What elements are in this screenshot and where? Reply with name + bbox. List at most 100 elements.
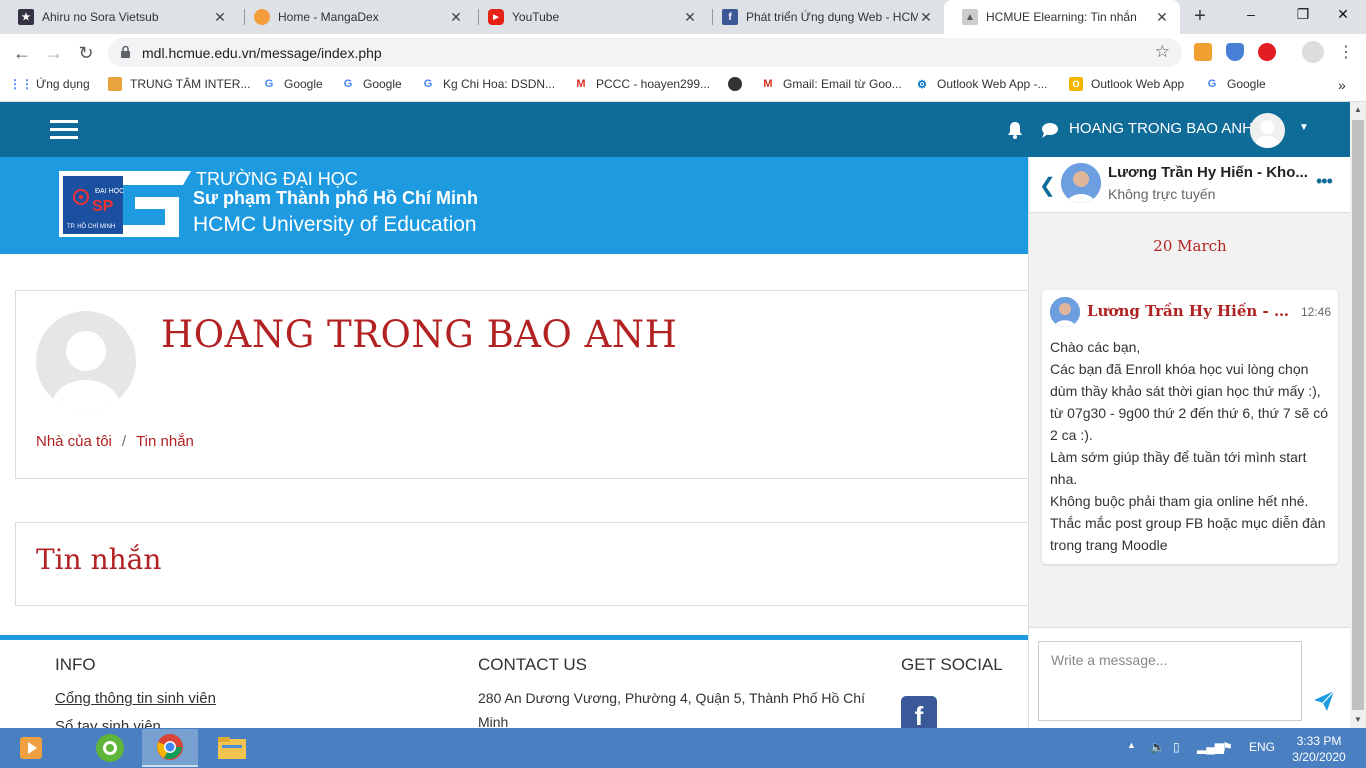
bookmark-item[interactable]: G Google [1205,77,1266,91]
message-line: Không buộc phải tham gia online hết nhé. [1050,493,1309,509]
day-separator: 20 March [1153,237,1227,255]
browser-tab-active[interactable]: ▲ HCMUE Elearning: Tin nhắn ✕ [944,0,1180,34]
browser-toolbar: ← → ↻ mdl.hcmue.edu.vn/message/index.php… [0,34,1366,71]
profile-avatar-icon[interactable] [1302,41,1324,63]
bookmark-item[interactable] [728,77,750,91]
sender-avatar [1050,297,1080,327]
breadcrumb-home-link[interactable]: Nhà của tôi [36,433,112,450]
back-arrow-icon[interactable]: ← [10,41,34,65]
footer-link-student-portal[interactable]: Cổng thông tin sinh viên [55,690,216,707]
close-tab-icon[interactable]: ✕ [918,9,934,26]
moodle-icon: ▲ [962,9,978,25]
battery-icon[interactable]: ▯ [1173,740,1180,754]
person-photo-icon [1061,163,1101,203]
bookmark-item[interactable]: M PCCC - hoayen299... [574,77,710,91]
network-icon[interactable]: ▂▄▆ [1197,740,1224,754]
flag-icon[interactable]: ⚑ [1222,740,1233,754]
minimize-button[interactable]: – [1228,0,1274,30]
taskbar-clock[interactable]: 3:33 PM 3/20/2020 [1284,733,1354,765]
chevron-down-icon[interactable]: ▼ [1299,122,1309,133]
volume-icon[interactable]: 🔈 [1150,740,1165,754]
opera-icon[interactable] [1258,43,1276,61]
messages-heading: Tin nhắn [36,543,162,576]
scroll-thumb[interactable] [1352,120,1364,710]
url-text: mdl.hcmue.edu.vn/message/index.php [142,45,382,61]
bookmark-item[interactable]: O Outlook Web App [1069,77,1184,91]
mangadex-icon [254,9,270,25]
tab-title: Ahiru no Sora Vietsub [42,10,159,24]
person-photo-icon [1050,297,1080,327]
breadcrumb-messages-link[interactable]: Tin nhắn [136,433,194,450]
messages-card: Tin nhắn [15,522,1030,606]
bookmark-label: Gmail: Email từ Goo... [783,77,902,91]
user-menu-name[interactable]: HOANG TRONG BAO ANH [1069,120,1253,137]
page-content: HOANG TRONG BAO ANH Nhà của tôi / Tin nhắn… [0,254,1030,735]
site-navbar: HOANG TRONG BAO ANH ▼ [0,102,1350,157]
extension-icon[interactable] [1194,43,1212,61]
close-tab-icon[interactable]: ✕ [448,9,464,26]
close-window-button[interactable]: ✕ [1320,0,1366,30]
bookmark-item[interactable]: ⚙ Outlook Web App -... [915,77,1047,91]
message-drawer: ❮ Lương Trần Hy Hiến - Kho... Không trực… [1028,157,1351,728]
scroll-down-icon[interactable]: ▼ [1350,712,1366,728]
reload-icon[interactable]: ↻ [74,41,98,65]
facebook-icon[interactable]: f [901,696,937,732]
logo-text: TP. HỒ CHÍ MINH [67,223,115,230]
bookmark-item[interactable]: TRUNG TÂM INTER... [108,77,250,91]
bookmark-item[interactable]: M Gmail: Email từ Goo... [761,77,902,91]
close-tab-icon[interactable]: ✕ [212,9,228,26]
breadcrumb-separator: / [121,433,127,450]
address-bar[interactable]: mdl.hcmue.edu.vn/message/index.php ☆ [108,38,1182,67]
globe-icon [728,77,742,91]
bookmark-item[interactable]: G Google [262,77,323,91]
bookmarks-overflow-button[interactable]: » [1338,77,1346,93]
browser-tab[interactable]: Home - MangaDex ✕ [236,0,474,34]
more-options-icon[interactable]: ••• [1316,171,1333,192]
tray-chevron-up-icon[interactable]: ▲ [1127,740,1136,750]
shield-icon[interactable] [1226,43,1244,61]
chat-icon[interactable] [1041,122,1059,138]
bookmark-item[interactable]: G Google [341,77,402,91]
menu-toggle-icon[interactable] [50,120,78,140]
google-icon: G [1207,78,1217,90]
forward-arrow-icon[interactable]: → [42,41,66,65]
bookmark-star-icon[interactable]: ☆ [1155,42,1170,62]
browser-tab[interactable]: ▶ YouTube ✕ [470,0,708,34]
bookmark-label: Google [1227,77,1266,91]
bookmark-item[interactable]: G Kg Chi Hoa: DSDN... [421,77,555,91]
footer-contact-heading: CONTACT US [478,655,587,674]
chrome-taskbar-icon[interactable] [142,729,198,767]
language-indicator[interactable]: ENG [1249,740,1275,754]
gmail-icon: M [576,78,586,90]
bookmark-item[interactable]: ⋮⋮ Ứng dụng [9,77,90,91]
file-explorer-icon[interactable] [204,729,260,767]
bookmark-label: Google [284,77,323,91]
media-player-icon[interactable] [14,729,48,767]
university-logo[interactable]: ĐẠI HỌC SP TP. HỒ CHÍ MINH [55,167,195,239]
contact-name[interactable]: Lương Trần Hy Hiến - Kho... [1108,164,1313,181]
page-scrollbar[interactable]: ▲ ▼ [1350,102,1366,728]
contact-avatar[interactable] [1061,163,1101,203]
chrome-menu-icon[interactable]: ⋮ [1334,41,1358,65]
chevron-left-icon[interactable]: ❮ [1039,173,1056,198]
message-line: Các bạn đã Enroll khóa học vui lòng chọn… [1050,361,1328,443]
user-avatar[interactable] [1250,113,1285,148]
new-tab-button[interactable]: + [1189,5,1211,27]
message-line: Làm sớm giúp thầy để tuần tới mình start… [1050,449,1307,487]
close-tab-icon[interactable]: ✕ [1154,9,1170,26]
coccoc-icon[interactable] [82,729,138,767]
send-icon[interactable] [1313,690,1335,712]
apps-icon: ⋮⋮ [9,77,33,91]
outlook-icon: ⚙ [917,78,927,91]
scroll-up-icon[interactable]: ▲ [1350,102,1366,118]
browser-tab[interactable]: ★ Ahiru no Sora Vietsub ✕ [0,0,238,34]
close-tab-icon[interactable]: ✕ [682,9,698,26]
bell-icon[interactable] [1006,121,1024,139]
conversation-header: ❮ Lương Trần Hy Hiến - Kho... Không trực… [1029,157,1351,213]
outlook-icon: O [1069,77,1083,91]
browser-tab[interactable]: f Phát triển Ứng dụng Web - HCM ✕ [704,0,944,34]
facebook-icon: f [722,9,738,25]
user-silhouette-icon [1255,120,1280,148]
bookmarks-bar: ⋮⋮ Ứng dụng TRUNG TÂM INTER... G Google … [0,71,1366,102]
message-input[interactable] [1038,641,1302,721]
